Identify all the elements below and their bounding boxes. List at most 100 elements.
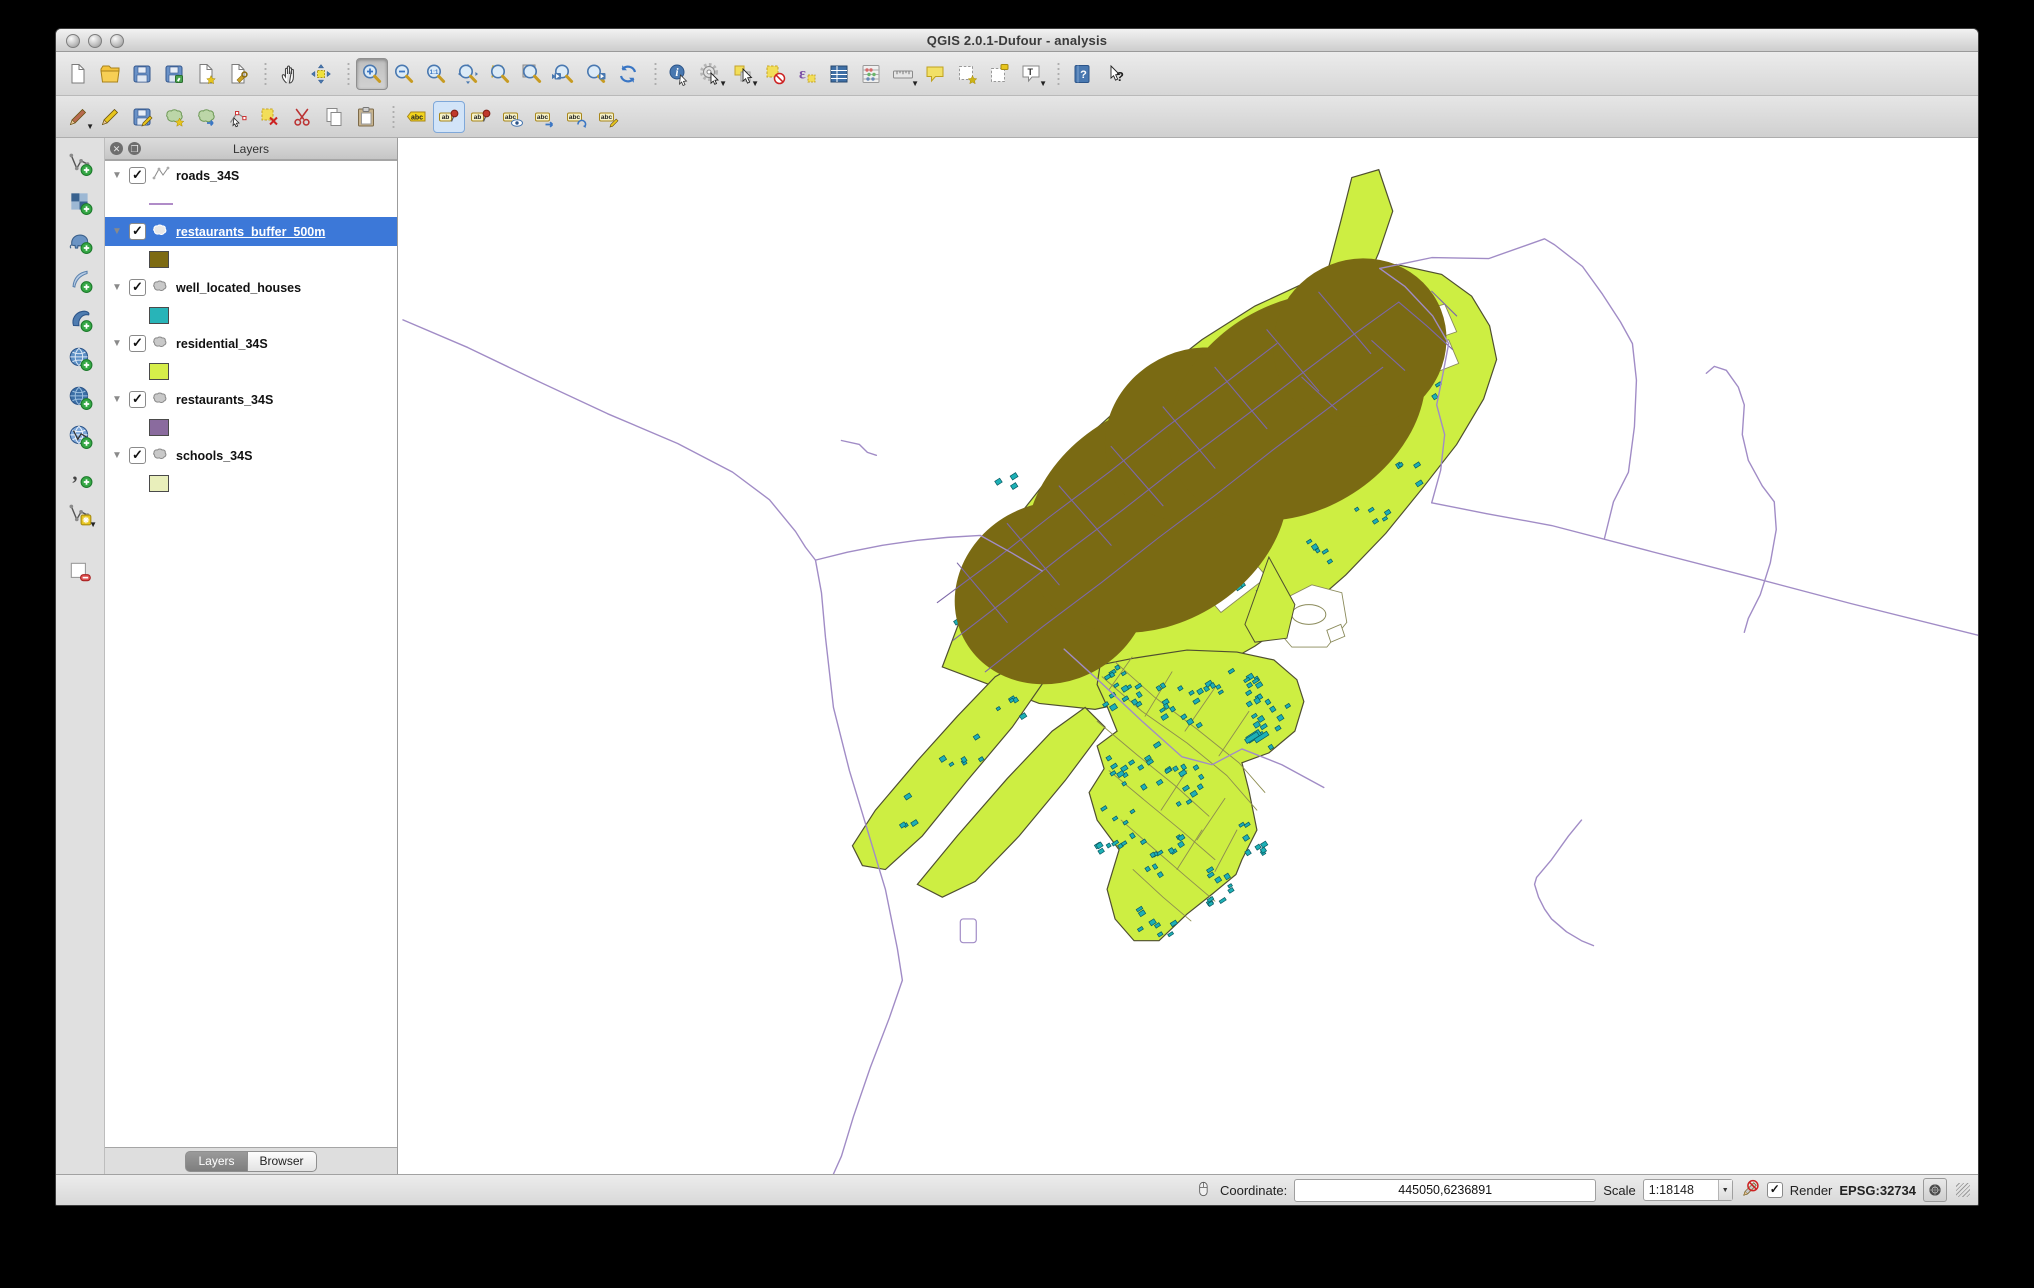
title-bar[interactable]: QGIS 2.0.1-Dufour - analysis [56,29,1978,52]
layer-item-roads_34S[interactable]: ▼ ✓ roads_34S [105,161,397,190]
expand-triangle-icon[interactable]: ▼ [111,394,123,405]
current-edits-button[interactable]: ▼ [62,101,94,133]
select-by-expression-button[interactable]: ε [791,58,823,90]
new-project-button[interactable] [62,58,94,90]
layer-visibility-checkbox[interactable]: ✓ [129,335,146,352]
scale-combo[interactable]: 1:18148 ▼ [1643,1179,1733,1201]
zoom-native-button[interactable]: 1:1 [420,58,452,90]
open-project-button[interactable] [94,58,126,90]
coordinate-input[interactable] [1294,1179,1596,1202]
layer-visibility-checkbox[interactable]: ✓ [129,279,146,296]
node-tool-button[interactable] [222,101,254,133]
resize-grip[interactable] [1956,1183,1970,1197]
pin-unpin-labels-button[interactable]: ab [433,101,465,133]
save-layer-edits-button[interactable] [126,101,158,133]
add-vector-layer-button[interactable] [63,146,97,180]
show-bookmarks-button[interactable] [983,58,1015,90]
expand-triangle-icon[interactable]: ▼ [111,450,123,461]
chevron-down-icon[interactable]: ▼ [1718,1180,1732,1200]
layer-item-well_located_houses[interactable]: ▼ ✓ well_located_houses [105,273,397,302]
add-raster-layer-button[interactable] [63,185,97,219]
close-button[interactable] [66,34,80,48]
rotate-label-button[interactable]: abc [561,101,593,133]
composer-manager-button[interactable] [222,58,254,90]
remove-layer-button[interactable] [63,555,97,589]
move-label-button[interactable]: abc [529,101,561,133]
layer-visibility-checkbox[interactable]: ✓ [129,391,146,408]
whats-this-button[interactable]: ? [1098,58,1130,90]
expand-triangle-icon[interactable]: ▼ [111,338,123,349]
refresh-map-button[interactable] [612,58,644,90]
add-wcs-layer-button[interactable] [63,380,97,414]
expand-triangle-icon[interactable]: ▼ [111,282,123,293]
pan-to-selection-button[interactable] [305,58,337,90]
main-toolbar: 1:1i▼▼ε▼T▼?? [56,52,1978,96]
open-attribute-table-button[interactable] [823,58,855,90]
add-spatialite-layer-button[interactable] [63,263,97,297]
show-hide-labels-button[interactable]: abc [497,101,529,133]
help-contents-button[interactable]: ? [1066,58,1098,90]
save-project-as-button[interactable] [158,58,190,90]
crs-status-button[interactable] [1923,1178,1947,1202]
add-delimited-text-layer-button[interactable]: , [63,458,97,492]
move-feature-button[interactable] [190,101,222,133]
delete-selected-button[interactable] [254,101,286,133]
layer-name[interactable]: residential_34S [176,337,268,351]
layer-name[interactable]: roads_34S [176,169,239,183]
expand-triangle-icon[interactable]: ▼ [111,226,123,237]
minimize-button[interactable] [88,34,102,48]
map-canvas[interactable] [398,138,1978,1174]
tab-layers[interactable]: Layers [185,1151,247,1172]
save-project-button[interactable] [126,58,158,90]
add-wms-layer-button[interactable] [63,341,97,375]
layer-name[interactable]: schools_34S [176,449,252,463]
layer-visibility-checkbox[interactable]: ✓ [129,167,146,184]
copy-features-button[interactable] [318,101,350,133]
layer-item-schools_34S[interactable]: ▼ ✓ schools_34S [105,441,397,470]
layer-swatch-row [105,358,397,385]
layer-name[interactable]: restaurants_buffer_500m [176,225,325,239]
field-calculator-button[interactable] [855,58,887,90]
add-postgis-layer-button[interactable] [63,224,97,258]
zoom-button[interactable] [110,34,124,48]
layer-visibility-checkbox[interactable]: ✓ [129,223,146,240]
render-checkbox[interactable]: ✓ [1767,1182,1783,1198]
layer-item-restaurants_34S[interactable]: ▼ ✓ restaurants_34S [105,385,397,414]
highlight-pinned-labels-button[interactable]: ab [465,101,497,133]
layer-labeling-options-button[interactable]: abc [401,101,433,133]
measure-button[interactable]: ▼ [887,58,919,90]
change-label-button[interactable]: abc [593,101,625,133]
expand-triangle-icon[interactable]: ▼ [111,170,123,181]
run-feature-action-button[interactable]: ▼ [695,58,727,90]
layer-visibility-checkbox[interactable]: ✓ [129,447,146,464]
new-print-composer-button[interactable] [190,58,222,90]
stop-render-icon[interactable] [1740,1179,1760,1202]
text-annotation-button[interactable]: T▼ [1015,58,1047,90]
zoom-last-button[interactable] [548,58,580,90]
zoom-to-selection-button[interactable] [484,58,516,90]
tab-browser[interactable]: Browser [248,1151,317,1172]
layer-item-residential_34S[interactable]: ▼ ✓ residential_34S [105,329,397,358]
layer-name[interactable]: well_located_houses [176,281,301,295]
zoom-full-button[interactable] [452,58,484,90]
pan-map-button[interactable] [273,58,305,90]
zoom-in-button[interactable] [356,58,388,90]
cut-features-button[interactable] [286,101,318,133]
deselect-features-button[interactable] [759,58,791,90]
layer-name[interactable]: restaurants_34S [176,393,273,407]
add-mssql-layer-button[interactable] [63,302,97,336]
zoom-to-layer-button[interactable] [516,58,548,90]
toggle-editing-button[interactable] [94,101,126,133]
map-tips-button[interactable] [919,58,951,90]
zoom-out-button[interactable] [388,58,420,90]
identify-features-button[interactable]: i [663,58,695,90]
add-wfs-layer-button[interactable] [63,419,97,453]
new-shapefile-layer-button[interactable]: ▼ [63,497,97,531]
layer-item-restaurants_buffer_500m[interactable]: ▼ ✓ restaurants_buffer_500m [105,217,397,246]
mouse-position-icon[interactable] [1193,1179,1213,1202]
paste-features-button[interactable] [350,101,382,133]
select-features-button[interactable]: ▼ [727,58,759,90]
zoom-next-button[interactable] [580,58,612,90]
add-feature-button[interactable] [158,101,190,133]
new-bookmark-button[interactable] [951,58,983,90]
